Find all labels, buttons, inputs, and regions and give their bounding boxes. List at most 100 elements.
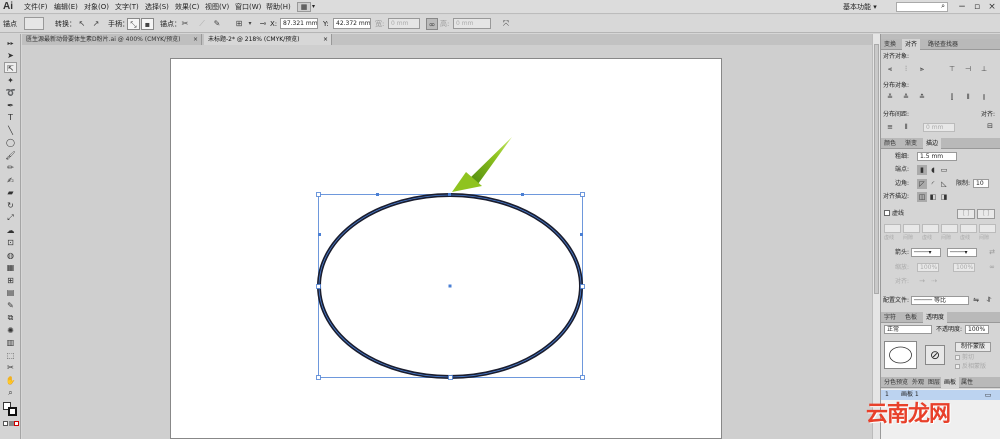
dash-1-field[interactable]: [884, 224, 901, 233]
make-mask-button[interactable]: 制作蒙版: [955, 342, 991, 352]
butt-cap-icon[interactable]: ▮: [917, 165, 927, 175]
round-join-icon[interactable]: ◜: [928, 179, 938, 189]
anchor-right-upper[interactable]: [580, 233, 583, 236]
tab-character[interactable]: 字符: [881, 312, 899, 323]
stroke-inside-icon[interactable]: ◧: [928, 192, 938, 202]
tab-transform[interactable]: 变换: [881, 39, 899, 50]
cap-label: 端点:: [895, 166, 910, 173]
tab-stroke[interactable]: 描边: [923, 138, 942, 149]
stroke-center-icon[interactable]: ◫: [917, 192, 927, 202]
align-to-label: 对齐:: [981, 111, 996, 118]
preserve-dash-icon[interactable]: [ ]: [957, 209, 975, 219]
limit-label: 限制:: [956, 180, 971, 187]
blend-mode-select[interactable]: 正常: [884, 325, 932, 334]
start-scale-field[interactable]: 100%: [917, 263, 939, 272]
align-to-icon[interactable]: ⊟: [985, 121, 995, 131]
align-dash-icon[interactable]: [ ]: [977, 209, 995, 219]
arrowheads-label: 箭头:: [895, 249, 910, 256]
arrow-align-label: 对齐:: [895, 278, 910, 285]
align-objects-label: 对齐对象:: [883, 53, 910, 60]
swap-arrowheads-icon[interactable]: ⇄: [987, 247, 997, 257]
gap-2-label: 间隙: [941, 235, 952, 241]
handle-bottom-right[interactable]: [580, 375, 585, 380]
weight-label: 粗细:: [895, 153, 910, 160]
distribute-hspace-icon[interactable]: ⦀: [901, 122, 911, 132]
distribute-hcenter-icon[interactable]: ⦀: [963, 92, 973, 102]
center-point[interactable]: [448, 284, 452, 288]
end-arrowhead-select[interactable]: ────▾: [947, 248, 977, 257]
dash-2-field[interactable]: [922, 224, 939, 233]
miter-join-icon[interactable]: ◸: [917, 179, 927, 189]
scale-label: 缩放:: [895, 264, 910, 271]
handle-right-middle[interactable]: [580, 284, 585, 289]
tab-swatches[interactable]: 色板: [902, 312, 920, 323]
artwork-layer: [316, 137, 585, 380]
handle-top-left[interactable]: [316, 192, 321, 197]
tab-align[interactable]: 对齐: [902, 39, 921, 50]
tab-gradient[interactable]: 渐变: [902, 138, 920, 149]
tab-artboards[interactable]: 画板: [941, 377, 960, 388]
arrow-tip-place-icon[interactable]: ⇢: [929, 276, 939, 286]
align-top-icon[interactable]: ⊤: [947, 64, 957, 74]
distribute-top-icon[interactable]: ≚: [885, 92, 895, 102]
round-cap-icon[interactable]: ◖: [928, 165, 938, 175]
distribute-bottom-icon[interactable]: ≛: [917, 92, 927, 102]
tab-color[interactable]: 颜色: [881, 138, 899, 149]
distribute-right-icon[interactable]: ⫾: [979, 92, 989, 102]
gap-1-field[interactable]: [903, 224, 920, 233]
distribute-vcenter-icon[interactable]: ≙: [901, 92, 911, 102]
align-hcenter-icon[interactable]: ⫶: [901, 64, 911, 74]
align-stroke-label: 对齐描边:: [883, 193, 910, 200]
profile-select[interactable]: ───── 等比: [911, 296, 969, 305]
anchor-left-upper[interactable]: [318, 233, 321, 236]
distribute-vspace-icon[interactable]: ≡: [885, 122, 895, 132]
opacity-field[interactable]: 100%: [965, 325, 989, 334]
tab-separations-preview[interactable]: 分色预览: [881, 377, 911, 388]
anchor-top[interactable]: [448, 193, 451, 196]
end-scale-field[interactable]: 100%: [953, 263, 975, 272]
scrollbar-thumb[interactable]: [874, 44, 879, 294]
annotation-arrow-icon: [452, 137, 512, 192]
flip-across-icon[interactable]: ⥯: [984, 295, 994, 305]
profile-line-icon: ─────: [914, 297, 933, 304]
profile-value: 等比: [933, 297, 946, 304]
handle-bottom-left[interactable]: [316, 375, 321, 380]
projecting-cap-icon[interactable]: ▭: [939, 165, 949, 175]
spacing-field[interactable]: 0 mm: [923, 123, 955, 132]
miter-limit-field[interactable]: 10: [973, 179, 989, 188]
handle-left-middle[interactable]: [316, 284, 321, 289]
align-left-icon[interactable]: ⫷: [885, 64, 895, 74]
gap-3-field[interactable]: [979, 224, 996, 233]
no-mask-icon[interactable]: ⊘: [925, 345, 945, 365]
flip-along-icon[interactable]: ⇋: [971, 295, 981, 305]
clip-checkbox[interactable]: [955, 355, 960, 360]
link-scale-icon[interactable]: ∞: [987, 262, 997, 272]
stroke-outside-icon[interactable]: ◨: [939, 192, 949, 202]
tab-transparency[interactable]: 透明度: [923, 312, 948, 323]
profile-label: 配置文件:: [883, 297, 910, 304]
dash-1-label: 虚线: [884, 235, 895, 241]
vertical-scrollbar[interactable]: [872, 34, 880, 439]
gap-2-field[interactable]: [941, 224, 958, 233]
arrow-tip-extend-icon[interactable]: →: [917, 276, 927, 286]
start-arrowhead-select[interactable]: ────▾: [911, 248, 941, 257]
dashed-line-checkbox[interactable]: [884, 210, 890, 216]
handle-point-left[interactable]: [376, 193, 379, 196]
align-right-icon[interactable]: ⫸: [917, 64, 927, 74]
tab-attributes[interactable]: 属性: [958, 377, 976, 388]
handle-bottom-middle[interactable]: [448, 375, 453, 380]
bevel-join-icon[interactable]: ◺: [939, 179, 949, 189]
handle-top-right[interactable]: [580, 192, 585, 197]
handle-point-right[interactable]: [521, 193, 524, 196]
dash-3-field[interactable]: [960, 224, 977, 233]
corner-label: 边角:: [895, 180, 910, 187]
stroke-weight-field[interactable]: 1.5 mm: [917, 152, 957, 161]
invert-mask-checkbox[interactable]: [955, 364, 960, 369]
tab-pathfinder[interactable]: 路径查找器: [925, 39, 961, 50]
object-thumbnail[interactable]: [884, 341, 917, 369]
align-vcenter-icon[interactable]: ⊣: [963, 64, 973, 74]
align-bottom-icon[interactable]: ⊥: [979, 64, 989, 74]
artboard-options-icon[interactable]: ▭: [983, 390, 993, 400]
distribute-left-icon[interactable]: ⫿: [947, 92, 957, 102]
invert-mask-label: 反相蒙版: [962, 363, 987, 370]
